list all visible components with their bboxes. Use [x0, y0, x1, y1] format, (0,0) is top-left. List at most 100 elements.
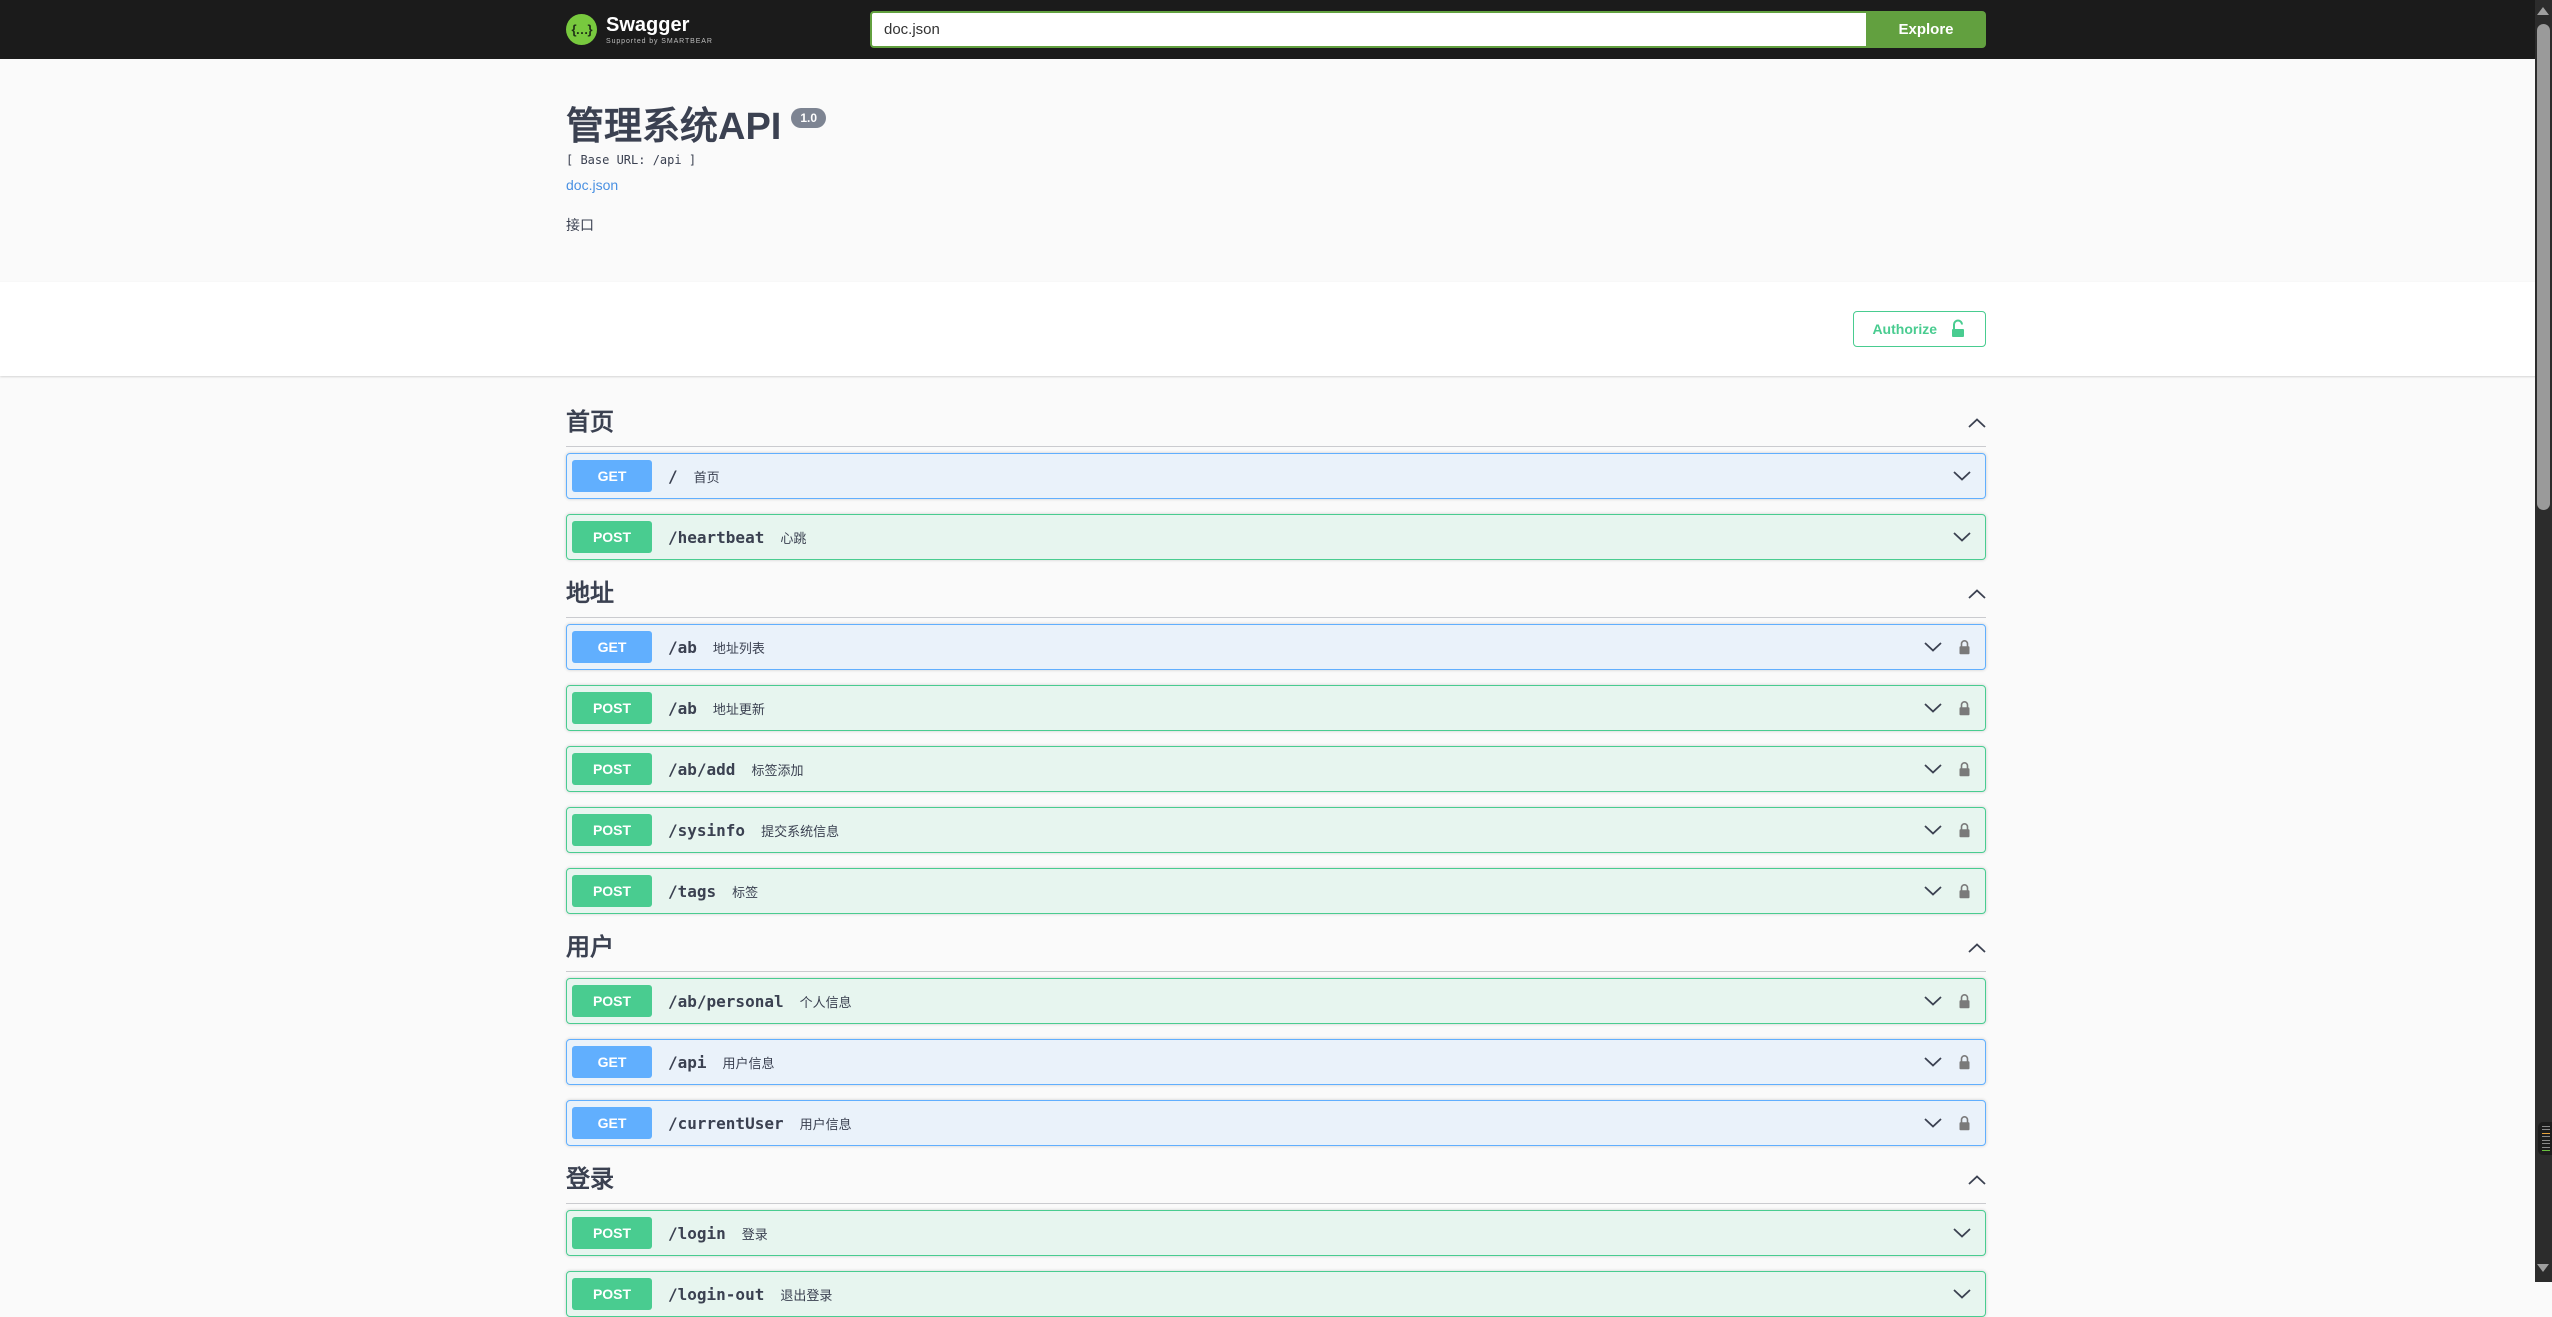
chevron-down-icon[interactable] — [1953, 1289, 1971, 1299]
minimap-mark — [2542, 1139, 2550, 1141]
chevron-up-icon[interactable] — [1968, 1175, 1986, 1185]
endpoint-row[interactable]: POST/tags 标签 — [566, 868, 1986, 914]
endpoint-path: /login — [668, 1223, 726, 1243]
endpoint-path: /ab/personal — [668, 991, 784, 1011]
chevron-down-icon[interactable] — [1924, 703, 1942, 713]
endpoint-row[interactable]: POST/heartbeat 心跳 — [566, 514, 1986, 560]
method-badge: POST — [572, 753, 652, 785]
spec-json-link[interactable]: doc.json — [566, 177, 618, 193]
endpoint-summary: 用户信息 — [799, 1116, 852, 1132]
api-tag-section: 首页 GET / 首页 POST/heartbeat 心跳 — [566, 404, 1986, 560]
scroll-down-arrow-icon[interactable] — [2537, 1264, 2549, 1272]
api-title-row: 管理系统API 1.0 — [566, 103, 1986, 151]
scrollbar-thumb[interactable] — [2537, 24, 2550, 510]
chevron-down-icon[interactable] — [1953, 1228, 1971, 1238]
scheme-container: Authorize — [0, 282, 2552, 376]
endpoint-row[interactable]: GET/api 用户信息 — [566, 1039, 1986, 1085]
scroll-minimap-widget[interactable] — [2538, 1122, 2552, 1155]
scrollbar-track[interactable] — [2535, 0, 2552, 1282]
endpoint-row[interactable]: POST/login-out 退出登录 — [566, 1271, 1986, 1317]
lock-icon[interactable] — [1958, 639, 1971, 656]
endpoint-path: /sysinfo — [668, 820, 746, 840]
chevron-down-icon[interactable] — [1924, 825, 1942, 835]
chevron-down-icon[interactable] — [1924, 1057, 1942, 1067]
section-title: 登录 — [566, 1166, 614, 1193]
chevron-down-icon[interactable] — [1924, 1118, 1942, 1128]
method-badge: GET — [572, 1046, 652, 1078]
method-badge: POST — [572, 1278, 652, 1310]
method-badge: GET — [572, 460, 652, 492]
section-header[interactable]: 登录 — [566, 1161, 1986, 1204]
endpoint-row[interactable]: POST/sysinfo 提交系统信息 — [566, 807, 1986, 853]
api-tag-section: 登录 POST/login 登录 POST/login-out 退出登录 — [566, 1161, 1986, 1317]
minimap-mark — [2542, 1149, 2550, 1151]
scroll-up-arrow-icon[interactable] — [2537, 7, 2549, 15]
page-title: 管理系统API — [566, 106, 782, 148]
endpoint-row[interactable]: POST/ab/add 标签添加 — [566, 746, 1986, 792]
lock-icon[interactable] — [1958, 761, 1971, 778]
api-sections: 首页 GET / 首页 POST/heartbeat 心跳 地址 GET/ab 地址列表 POST… — [546, 376, 2006, 1317]
method-badge: POST — [572, 521, 652, 553]
endpoint-row[interactable]: POST/ab 地址更新 — [566, 685, 1986, 731]
chevron-down-icon[interactable] — [1924, 642, 1942, 652]
lock-icon[interactable] — [1958, 700, 1971, 717]
endpoint-row[interactable]: POST/login 登录 — [566, 1210, 1986, 1256]
endpoint-summary: 心跳 — [780, 530, 807, 546]
chevron-down-icon[interactable] — [1924, 996, 1942, 1006]
chevron-down-icon[interactable] — [1953, 532, 1971, 542]
endpoint-path: /login-out — [668, 1284, 765, 1304]
endpoint-path: / — [668, 466, 678, 486]
api-tag-section: 地址 GET/ab 地址列表 POST/ab 地址更新 POST/ab/add 标签添加 PO… — [566, 575, 1986, 914]
swagger-logo[interactable]: {…} Swagger Supported by SMARTBEAR — [566, 14, 713, 45]
endpoint-row[interactable]: GET/ab 地址列表 — [566, 624, 1986, 670]
chevron-up-icon[interactable] — [1968, 943, 1986, 953]
chevron-up-icon[interactable] — [1968, 589, 1986, 599]
minimap-mark — [2542, 1132, 2550, 1134]
endpoint-row[interactable]: GET/currentUser 用户信息 — [566, 1100, 1986, 1146]
section-header[interactable]: 首页 — [566, 404, 1986, 447]
authorize-button[interactable]: Authorize — [1853, 311, 1986, 347]
authorize-label: Authorize — [1872, 321, 1937, 337]
explore-button[interactable]: Explore — [1866, 11, 1986, 48]
endpoint-summary: 地址列表 — [712, 640, 765, 656]
endpoint-row[interactable]: GET / 首页 — [566, 453, 1986, 499]
method-badge: POST — [572, 875, 652, 907]
endpoint-summary: 标签添加 — [751, 762, 804, 778]
chevron-down-icon[interactable] — [1953, 471, 1971, 481]
chevron-down-icon[interactable] — [1924, 764, 1942, 774]
lock-icon[interactable] — [1958, 822, 1971, 839]
topbar: {…} Swagger Supported by SMARTBEAR Explo… — [0, 0, 2552, 59]
info-section: 管理系统API 1.0 [ Base URL: /api ] doc.json … — [0, 59, 2552, 282]
spec-url-input[interactable] — [870, 11, 1866, 48]
minimap-mark — [2542, 1129, 2550, 1131]
unlock-icon — [1949, 319, 1967, 339]
endpoint-path: /api — [668, 1052, 707, 1072]
method-badge: POST — [572, 814, 652, 846]
endpoint-path: /ab — [668, 698, 697, 718]
base-url: [ Base URL: /api ] — [566, 153, 697, 167]
lock-icon[interactable] — [1958, 993, 1971, 1010]
chevron-up-icon[interactable] — [1968, 418, 1986, 428]
minimap-mark — [2542, 1126, 2550, 1127]
method-badge: GET — [572, 1107, 652, 1139]
endpoint-row[interactable]: POST/ab/personal 个人信息 — [566, 978, 1986, 1024]
lock-icon[interactable] — [1958, 1054, 1971, 1071]
endpoint-summary: 提交系统信息 — [761, 823, 840, 839]
api-description: 接口 — [566, 217, 594, 233]
endpoint-path: /tags — [668, 881, 717, 901]
section-header[interactable]: 用户 — [566, 929, 1986, 972]
endpoint-path: /heartbeat — [668, 527, 765, 547]
endpoint-summary: 地址更新 — [712, 701, 765, 717]
lock-icon[interactable] — [1958, 883, 1971, 900]
section-title: 用户 — [566, 934, 614, 961]
braces-glyph: {…} — [571, 22, 592, 37]
method-badge: GET — [572, 631, 652, 663]
lock-icon[interactable] — [1958, 1115, 1971, 1132]
api-tag-section: 用户 POST/ab/personal 个人信息 GET/api 用户信息 GET/cur… — [566, 929, 1986, 1146]
version-badge: 1.0 — [791, 108, 827, 128]
section-header[interactable]: 地址 — [566, 575, 1986, 618]
endpoint-path: /currentUser — [668, 1113, 784, 1133]
brand-name: Swagger — [606, 13, 690, 36]
chevron-down-icon[interactable] — [1924, 886, 1942, 896]
method-badge: POST — [572, 1217, 652, 1249]
